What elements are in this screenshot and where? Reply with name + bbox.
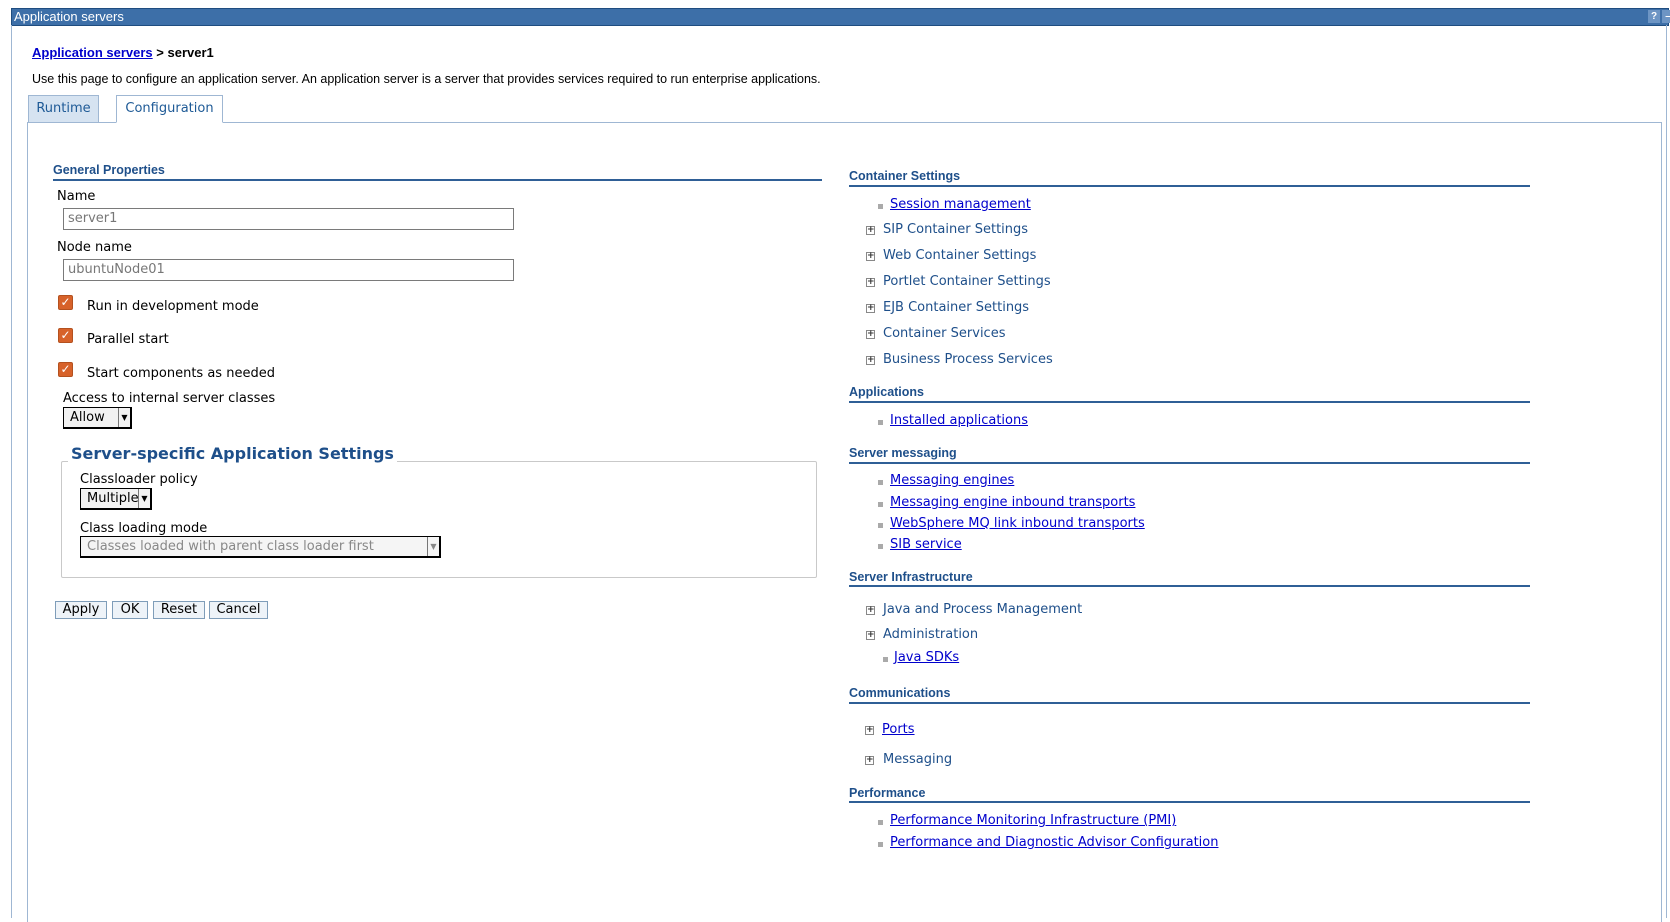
window-title-bar: Application servers ? – bbox=[11, 8, 1670, 26]
parallel-start-checkbox[interactable]: ✓ bbox=[58, 328, 73, 343]
messaging-engine-inbound-transports-link[interactable]: Messaging engine inbound transports bbox=[890, 495, 1135, 510]
breadcrumb: Application servers > server1 bbox=[32, 45, 214, 60]
server-messaging-divider bbox=[849, 462, 1530, 464]
tab-runtime[interactable]: Runtime bbox=[28, 95, 99, 123]
class-loading-mode-value: Classes loaded with parent class loader … bbox=[87, 539, 374, 554]
server-messaging-heading: Server messaging bbox=[849, 446, 957, 460]
performance-heading: Performance bbox=[849, 786, 926, 800]
page-description: Use this page to configure an applicatio… bbox=[32, 72, 821, 86]
performance-diagnostic-advisor-link[interactable]: Performance and Diagnostic Advisor Confi… bbox=[890, 835, 1219, 850]
administration-group[interactable]: Administration bbox=[883, 627, 978, 642]
server-infrastructure-divider bbox=[849, 585, 1530, 587]
name-label: Name bbox=[57, 189, 96, 204]
chevron-down-icon: ▼ bbox=[427, 537, 439, 556]
access-internal-classes-select[interactable]: Allow ▼ bbox=[63, 407, 132, 429]
access-select-value: Allow bbox=[70, 410, 105, 425]
chevron-down-icon: ▼ bbox=[118, 408, 130, 427]
plus-expand-icon[interactable]: + bbox=[866, 304, 875, 313]
plus-expand-icon[interactable]: + bbox=[865, 726, 874, 735]
start-components-label: Start components as needed bbox=[87, 366, 275, 381]
communications-divider bbox=[849, 702, 1530, 704]
square-bullet-icon bbox=[878, 420, 883, 425]
square-bullet-icon bbox=[878, 204, 883, 209]
server-infrastructure-heading: Server Infrastructure bbox=[849, 570, 973, 584]
access-internal-classes-label: Access to internal server classes bbox=[63, 391, 276, 406]
square-bullet-icon bbox=[883, 657, 888, 662]
plus-expand-icon[interactable]: + bbox=[866, 278, 875, 287]
pmi-link[interactable]: Performance Monitoring Infrastructure (P… bbox=[890, 813, 1176, 828]
square-bullet-icon bbox=[878, 544, 883, 549]
communications-heading: Communications bbox=[849, 686, 951, 700]
frame-border-left bbox=[11, 25, 12, 918]
messaging-engines-link[interactable]: Messaging engines bbox=[890, 473, 1014, 488]
classloader-policy-select[interactable]: Multiple ▼ bbox=[80, 488, 152, 510]
checkmark-icon: ✓ bbox=[60, 295, 71, 309]
plus-expand-icon[interactable]: + bbox=[866, 606, 875, 615]
class-loading-mode-label: Class loading mode bbox=[80, 521, 208, 536]
business-process-services-group[interactable]: Business Process Services bbox=[883, 352, 1053, 367]
plus-expand-icon[interactable]: + bbox=[866, 631, 875, 640]
reset-button[interactable]: Reset bbox=[153, 601, 205, 619]
installed-applications-link[interactable]: Installed applications bbox=[890, 413, 1028, 428]
node-name-field[interactable]: ubuntuNode01 bbox=[63, 259, 514, 281]
cancel-button[interactable]: Cancel bbox=[209, 601, 268, 619]
performance-divider bbox=[849, 801, 1530, 803]
portlet-container-settings-group[interactable]: Portlet Container Settings bbox=[883, 274, 1051, 289]
name-field[interactable]: server1 bbox=[63, 208, 514, 230]
plus-expand-icon[interactable]: + bbox=[865, 756, 874, 765]
websphere-mq-inbound-transports-link[interactable]: WebSphere MQ link inbound transports bbox=[890, 516, 1145, 531]
general-properties-divider bbox=[53, 179, 822, 181]
development-mode-checkbox[interactable]: ✓ bbox=[58, 295, 73, 310]
apply-button[interactable]: Apply bbox=[55, 601, 107, 619]
node-name-label: Node name bbox=[57, 240, 132, 255]
help-icon[interactable]: ? bbox=[1648, 10, 1660, 23]
class-loading-mode-select[interactable]: Classes loaded with parent class loader … bbox=[80, 536, 441, 558]
ok-button[interactable]: OK bbox=[112, 601, 148, 619]
sib-service-link[interactable]: SIB service bbox=[890, 537, 962, 552]
tab-configuration[interactable]: Configuration bbox=[116, 95, 223, 123]
java-sdks-link[interactable]: Java SDKs bbox=[894, 650, 959, 665]
classloader-policy-label: Classloader policy bbox=[80, 472, 198, 487]
checkmark-icon: ✓ bbox=[60, 328, 71, 342]
classloader-select-value: Multiple bbox=[87, 491, 139, 506]
session-management-link[interactable]: Session management bbox=[890, 197, 1031, 212]
square-bullet-icon bbox=[878, 842, 883, 847]
square-bullet-icon bbox=[878, 523, 883, 528]
container-settings-divider bbox=[849, 185, 1530, 187]
web-container-settings-group[interactable]: Web Container Settings bbox=[883, 248, 1036, 263]
container-settings-heading: Container Settings bbox=[849, 169, 961, 183]
minimize-icon[interactable]: – bbox=[1662, 10, 1670, 23]
applications-heading: Applications bbox=[849, 385, 925, 399]
messaging-group[interactable]: Messaging bbox=[883, 752, 952, 767]
breadcrumb-current: server1 bbox=[167, 45, 214, 60]
development-mode-label: Run in development mode bbox=[87, 299, 259, 314]
applications-divider bbox=[849, 401, 1530, 403]
square-bullet-icon bbox=[878, 820, 883, 825]
square-bullet-icon bbox=[878, 480, 883, 485]
breadcrumb-separator: > bbox=[152, 45, 168, 60]
frame-border-right bbox=[1666, 25, 1667, 918]
container-services-group[interactable]: Container Services bbox=[883, 326, 1005, 341]
plus-expand-icon[interactable]: + bbox=[866, 356, 875, 365]
sip-container-settings-group[interactable]: SIP Container Settings bbox=[883, 222, 1028, 237]
plus-expand-icon[interactable]: + bbox=[866, 226, 875, 235]
chevron-down-icon: ▼ bbox=[138, 489, 150, 508]
server-specific-legend: Server-specific Application Settings bbox=[68, 444, 397, 463]
window-title: Application servers bbox=[14, 9, 124, 24]
parallel-start-label: Parallel start bbox=[87, 332, 169, 347]
start-components-checkbox[interactable]: ✓ bbox=[58, 362, 73, 377]
general-properties-heading: General Properties bbox=[53, 163, 165, 177]
plus-expand-icon[interactable]: + bbox=[866, 252, 875, 261]
checkmark-icon: ✓ bbox=[60, 362, 71, 376]
ports-link[interactable]: Ports bbox=[882, 722, 915, 737]
square-bullet-icon bbox=[878, 502, 883, 507]
plus-expand-icon[interactable]: + bbox=[866, 330, 875, 339]
java-process-management-group[interactable]: Java and Process Management bbox=[883, 602, 1082, 617]
ejb-container-settings-group[interactable]: EJB Container Settings bbox=[883, 300, 1029, 315]
breadcrumb-link-application-servers[interactable]: Application servers bbox=[32, 45, 153, 60]
